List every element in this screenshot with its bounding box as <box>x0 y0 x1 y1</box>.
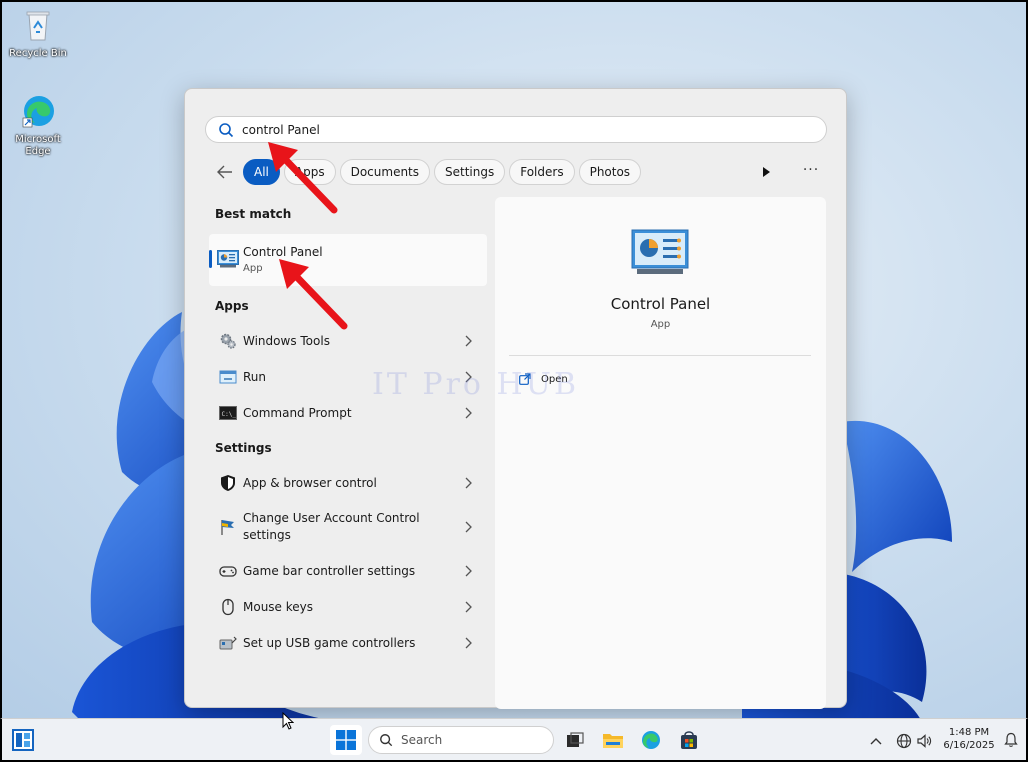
desktop-icon-label: Recycle Bin <box>9 48 67 59</box>
filter-bar: All Apps Documents Settings Folders Phot… <box>213 159 833 185</box>
search-panel: All Apps Documents Settings Folders Phot… <box>184 88 847 709</box>
taskbar-search[interactable]: Search <box>368 726 554 754</box>
play-icon[interactable] <box>758 164 774 180</box>
desktop-icon-label: Microsoft Edge <box>15 134 61 157</box>
task-view-button[interactable] <box>562 727 588 753</box>
chevron-right-icon <box>465 335 472 347</box>
app-item-label: Windows Tools <box>243 333 330 348</box>
volume-icon[interactable] <box>916 733 932 749</box>
settings-item-label: App & browser control <box>243 475 377 490</box>
store-button[interactable] <box>676 727 702 753</box>
best-match-heading: Best match <box>215 207 292 221</box>
filter-chip-apps[interactable]: Apps <box>283 159 336 185</box>
terminal-icon: C:\_ <box>219 406 237 420</box>
filter-chip-settings[interactable]: Settings <box>434 159 506 185</box>
settings-item-uac[interactable]: Change User Account Control settings <box>209 502 487 552</box>
file-explorer-icon <box>603 734 623 748</box>
desktop-icon-edge[interactable]: Microsoft Edge <box>6 94 70 158</box>
back-arrow-icon <box>217 165 232 179</box>
detail-divider <box>509 355 811 356</box>
settings-item-label: Game bar controller settings <box>243 563 416 578</box>
filter-chip-all[interactable]: All <box>243 159 280 185</box>
settings-item-label: Set up USB game controllers <box>243 635 416 650</box>
taskbar-search-label: Search <box>401 733 443 747</box>
chevron-right-icon <box>465 407 472 419</box>
gears-icon <box>220 333 236 349</box>
store-icon <box>681 731 697 749</box>
apps-heading: Apps <box>215 299 249 313</box>
more-options-button[interactable]: ··· <box>801 162 821 182</box>
file-explorer-button[interactable] <box>600 727 626 753</box>
back-button[interactable] <box>213 160 237 184</box>
windows-logo-icon <box>336 730 356 750</box>
clock-date: 6/16/2025 <box>943 740 995 751</box>
mouse-icon <box>222 598 234 616</box>
network-globe-icon[interactable] <box>896 733 912 749</box>
settings-item-label: Change User Account Control settings <box>243 511 420 542</box>
filter-chip-folders[interactable]: Folders <box>509 159 575 185</box>
chevron-right-icon <box>465 521 472 533</box>
control-panel-large-icon <box>631 229 689 274</box>
chevron-right-icon <box>465 477 472 489</box>
filter-chip-photos[interactable]: Photos <box>578 159 642 185</box>
search-icon <box>219 122 234 137</box>
best-match-type: App <box>243 263 263 274</box>
mouse-cursor-icon <box>282 712 294 730</box>
start-button[interactable] <box>330 725 362 755</box>
uac-flag-icon <box>221 520 234 535</box>
app-item-windows-tools[interactable]: Windows Tools <box>209 324 487 358</box>
settings-item-mouse-keys[interactable]: Mouse keys <box>209 590 487 624</box>
detail-app-name: Control Panel <box>610 295 711 313</box>
control-panel-icon <box>217 250 239 268</box>
settings-heading: Settings <box>215 441 272 455</box>
settings-item-game-bar-controller[interactable]: Game bar controller settings <box>209 554 487 588</box>
detail-app-type: App <box>650 319 671 330</box>
desktop-icon-recycle-bin[interactable]: Recycle Bin <box>6 8 70 60</box>
open-external-icon <box>519 373 531 385</box>
selection-accent <box>209 250 212 268</box>
recycle-bin-icon <box>26 11 50 41</box>
taskbar: Search 1:48 PM 6/16/2025 <box>0 718 1028 762</box>
search-input[interactable] <box>242 122 802 137</box>
clock[interactable]: 1:48 PM 6/16/2025 <box>940 726 998 752</box>
app-item-label: Run <box>243 369 267 384</box>
open-label: Open <box>541 373 568 385</box>
widgets-icon[interactable] <box>12 729 34 751</box>
app-item-command-prompt[interactable]: C:\_ Command Prompt <box>209 396 487 430</box>
chevron-up-icon[interactable] <box>868 733 884 749</box>
settings-item-label: Mouse keys <box>243 599 314 614</box>
edge-shortcut-icon <box>22 96 54 128</box>
chevron-right-icon <box>465 371 472 383</box>
run-icon <box>219 370 237 384</box>
app-item-run[interactable]: Run <box>209 360 487 394</box>
chevron-right-icon <box>465 565 472 577</box>
clock-time: 1:48 PM <box>948 727 990 738</box>
app-item-label: Command Prompt <box>243 405 352 420</box>
filter-chip-documents[interactable]: Documents <box>339 159 431 185</box>
best-match-item[interactable]: Control Panel App <box>209 234 487 286</box>
search-box[interactable] <box>205 116 827 143</box>
usb-controller-icon <box>219 636 237 650</box>
detail-pane: Control Panel App Open <box>495 197 826 709</box>
edge-button[interactable] <box>638 727 664 753</box>
chevron-right-icon <box>465 637 472 649</box>
svg-text:C:\_: C:\_ <box>222 411 237 418</box>
settings-item-app-browser-control[interactable]: App & browser control <box>209 466 487 500</box>
best-match-name: Control Panel <box>243 245 323 259</box>
task-view-icon <box>567 732 584 747</box>
search-icon <box>380 734 393 747</box>
shield-icon <box>221 475 235 491</box>
gamepad-icon <box>219 566 237 577</box>
notification-bell-icon[interactable] <box>1004 732 1018 748</box>
edge-icon <box>642 731 660 749</box>
settings-item-usb-controllers[interactable]: Set up USB game controllers <box>209 626 487 660</box>
open-action[interactable]: Open <box>519 373 568 385</box>
chevron-right-icon <box>465 601 472 613</box>
